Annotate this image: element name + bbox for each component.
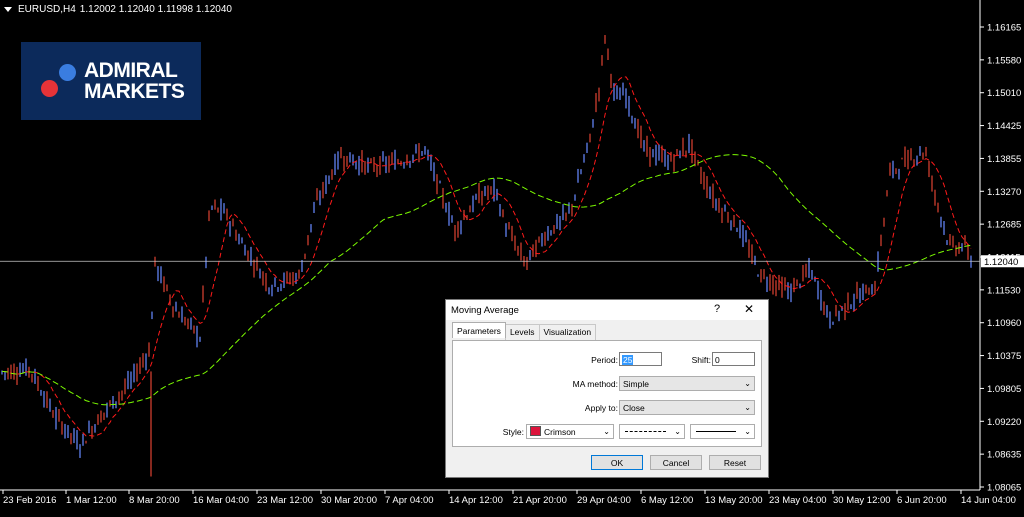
time-tick-label: 23 May 04:00 [769,495,827,506]
time-tick-label: 23 Feb 2016 [3,495,56,506]
style-color-value: Crimson [544,427,576,437]
chevron-down-icon: ⌄ [674,427,681,436]
price-tick-label: 1.13855 [987,154,1021,165]
price-tick-label: 1.08635 [987,450,1021,461]
symbol-label: EURUSD,H4 [18,4,76,15]
ma-method-value: Simple [623,379,649,389]
tab-visualization[interactable]: Visualization [538,324,597,340]
ohlc-values: 1.12002 1.12040 1.11998 1.12040 [79,4,232,15]
moving-average-dialog: Moving Average ? ✕ Parameters Levels Vis… [445,299,769,478]
ok-button[interactable]: OK [591,455,643,470]
price-tick-label: 1.13270 [987,187,1021,198]
logo-blue-dot [59,64,76,81]
reset-button[interactable]: Reset [709,455,761,470]
price-tick-label: 1.12685 [987,220,1021,231]
color-swatch [530,426,541,436]
shift-label: Shift: [691,355,711,365]
price-tick-label: 1.10375 [987,351,1021,362]
price-tick-label: 1.16165 [987,23,1021,34]
chart-header: EURUSD,H4 1.12002 1.12040 1.11998 1.1204… [4,4,232,15]
time-tick-label: 23 Mar 12:00 [257,495,313,506]
price-tick-label: 1.09220 [987,417,1021,428]
chevron-down-icon: ⌄ [603,427,610,436]
period-value: 25 [622,355,634,365]
price-tick-label: 1.11530 [987,285,1021,296]
line-width-select[interactable]: ⌄ [690,424,755,439]
solid-line-icon [696,431,736,432]
time-tick-label: 7 Apr 04:00 [385,495,434,506]
ma-method-select[interactable]: Simple ⌄ [619,376,755,391]
period-label: Period: [591,355,618,365]
chevron-down-icon: ⌄ [744,379,751,388]
period-field[interactable]: 25 [619,352,662,366]
logo-text: ADMIRAL MARKETS [84,59,185,103]
price-tick-label: 1.10960 [987,318,1021,329]
logo-red-dot [41,80,58,97]
help-icon[interactable]: ? [714,303,720,315]
logo-line1: ADMIRAL [84,59,178,82]
time-tick-label: 13 May 20:00 [705,495,763,506]
dialog-tabs: Parameters Levels Visualization [452,322,597,340]
time-tick-label: 1 Mar 12:00 [66,495,117,506]
time-tick-label: 30 Mar 20:00 [321,495,377,506]
price-tick-label: 1.15580 [987,55,1021,66]
price-tick-label: 1.14425 [987,121,1021,132]
ma-method-label: MA method: [572,379,618,389]
price-tick-label: 1.15010 [987,88,1021,99]
shift-field[interactable]: 0 [712,352,755,366]
time-tick-label: 14 Jun 04:00 [961,495,1016,506]
current-price-label: 1.12040 [984,257,1018,268]
time-tick-label: 21 Apr 20:00 [513,495,567,506]
time-tick-label: 14 Apr 12:00 [449,495,503,506]
price-tick-label: 1.08065 [987,483,1021,494]
line-style-select[interactable]: ⌄ [619,424,685,439]
parameters-panel: Period: 25 Shift: 0 MA method: Simple ⌄ … [452,340,762,447]
dropdown-triangle-icon[interactable] [4,7,12,12]
time-tick-label: 30 May 12:00 [833,495,891,506]
dialog-titlebar[interactable]: Moving Average ? ✕ [446,300,768,320]
time-tick-label: 16 Mar 04:00 [193,495,249,506]
chevron-down-icon: ⌄ [744,427,751,436]
tab-levels[interactable]: Levels [504,324,540,340]
price-tick-label: 1.09805 [987,384,1021,395]
apply-to-select[interactable]: Close ⌄ [619,400,755,415]
broker-logo: ADMIRAL MARKETS [21,42,201,120]
close-icon[interactable]: ✕ [744,302,754,316]
apply-to-value: Close [623,403,645,413]
time-tick-label: 8 Mar 20:00 [129,495,180,506]
time-tick-label: 29 Apr 04:00 [577,495,631,506]
apply-to-label: Apply to: [584,403,618,413]
dashed-line-icon [625,431,666,432]
chevron-down-icon: ⌄ [744,403,751,412]
style-label: Style: [502,427,524,437]
time-tick-label: 6 Jun 20:00 [897,495,947,506]
logo-line2: MARKETS [84,80,185,103]
time-tick-label: 6 May 12:00 [641,495,693,506]
cancel-button[interactable]: Cancel [650,455,702,470]
dialog-title: Moving Average [451,305,519,316]
tab-parameters[interactable]: Parameters [452,322,506,338]
style-color-select[interactable]: Crimson ⌄ [526,424,614,439]
